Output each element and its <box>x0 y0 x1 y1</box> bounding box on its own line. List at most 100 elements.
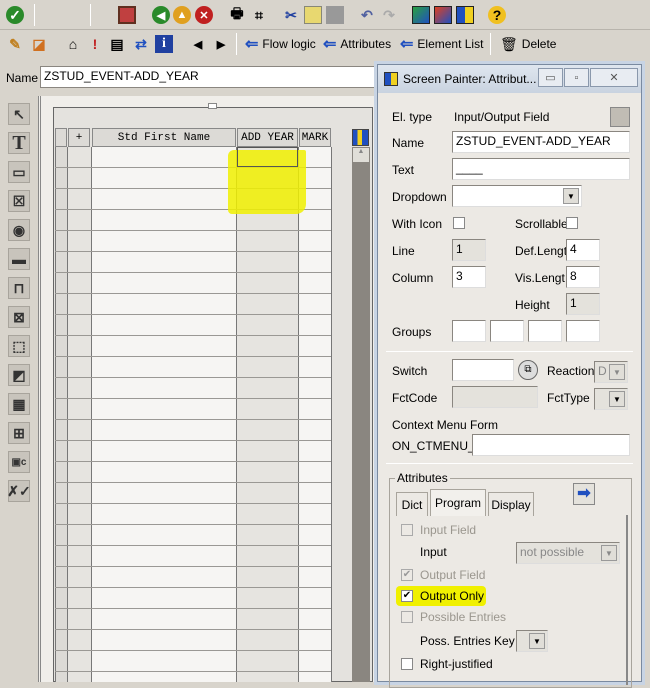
column-header-add-year[interactable]: ADD YEAR <box>237 128 298 147</box>
tab-display[interactable]: Display <box>488 492 534 516</box>
pencil-icon[interactable]: ✎ <box>6 35 24 53</box>
tab-dict[interactable]: Dict <box>396 492 428 516</box>
table-settings-icon[interactable] <box>352 129 369 146</box>
tabstrip-icon[interactable]: ⊓ <box>8 277 30 299</box>
grid-line <box>67 147 68 682</box>
grid-line <box>91 147 92 682</box>
vertical-scrollbar[interactable] <box>352 147 370 682</box>
undo-icon[interactable]: ↶ <box>358 6 376 24</box>
cancel-icon[interactable]: ✕ <box>195 6 213 24</box>
element-type-button[interactable] <box>610 107 630 127</box>
column-header-mark[interactable]: MARK <box>299 128 331 147</box>
previous-icon[interactable]: ◀ <box>189 35 207 53</box>
element-list-button[interactable]: ⇐ Element List <box>400 34 483 54</box>
context-menu-label: Context Menu Form <box>392 418 499 432</box>
scroll-up-icon[interactable]: ▲ <box>353 148 369 162</box>
output-field-checkbox[interactable]: ✔ <box>401 569 413 581</box>
column-header-std-first-name[interactable]: Std First Name <box>92 128 236 147</box>
text-field[interactable]: ____ <box>452 158 630 180</box>
pointer-icon[interactable]: ↖ <box>8 103 30 125</box>
table-control-wizard-icon[interactable]: ⊞ <box>8 422 30 444</box>
attributes-button[interactable]: ⇐ Attributes <box>323 34 391 54</box>
tabstrip-wizard-icon[interactable]: ⊠ <box>8 306 30 328</box>
next-icon[interactable]: ▶ <box>212 35 230 53</box>
arrow-left-icon: ⇐ <box>400 36 414 53</box>
possible-entries-checkbox[interactable] <box>401 611 413 623</box>
tab-program[interactable]: Program <box>430 489 486 516</box>
plus-header[interactable]: + <box>68 128 90 147</box>
help-icon[interactable]: ? <box>488 6 506 24</box>
table-column[interactable] <box>237 147 298 682</box>
attributes-icon[interactable] <box>456 6 474 24</box>
move-icon[interactable]: ⇄ <box>132 35 150 53</box>
layout-icon[interactable] <box>412 6 430 24</box>
redo-icon[interactable]: ↷ <box>380 6 398 24</box>
chevron-down-icon: ▼ <box>529 633 545 649</box>
save-icon[interactable] <box>118 6 136 24</box>
table-column[interactable] <box>299 147 331 682</box>
maximize-button[interactable]: ▫ <box>564 68 589 87</box>
status-icon[interactable]: ✗✓ <box>7 480 31 502</box>
output-only-checkbox[interactable]: ✔ <box>401 590 413 602</box>
copy-icon[interactable] <box>304 6 322 24</box>
separator <box>236 33 237 55</box>
layout-editor-icon[interactable]: ▤ <box>108 35 126 53</box>
layout2-icon[interactable] <box>434 6 452 24</box>
reaction-select[interactable]: D ▼ <box>594 361 628 383</box>
enter-icon[interactable]: ✓ <box>6 6 24 24</box>
chevron-down-icon: ▼ <box>601 545 617 561</box>
arrow-right-icon[interactable]: ➡ <box>573 483 595 505</box>
with-icon-checkbox[interactable] <box>453 217 465 229</box>
poss-entries-key-select[interactable]: ▼ <box>516 630 548 652</box>
hierarchy-icon[interactable]: ⌂ <box>64 35 82 53</box>
column-field[interactable]: 3 <box>452 266 486 288</box>
text-field-icon[interactable]: T <box>8 132 30 154</box>
switch-button[interactable]: ⧉ <box>518 360 538 380</box>
delete-button[interactable]: 🗑 Delete <box>500 34 556 54</box>
table-column[interactable] <box>92 147 236 682</box>
def-length-field[interactable]: 4 <box>566 239 600 261</box>
input-field-checkbox[interactable] <box>401 524 413 536</box>
context-menu-field[interactable] <box>472 434 630 456</box>
attributes-dialog: Screen Painter: Attribut... ▭ ▫ ✕ El. ty… <box>377 64 642 688</box>
right-justified-checkbox[interactable] <box>401 658 413 670</box>
flow-logic-button[interactable]: ⇐ Flow logic <box>245 34 316 54</box>
fcttype-select[interactable]: ▼ <box>594 388 628 410</box>
close-button[interactable]: ✕ <box>590 68 638 87</box>
group-4-field[interactable] <box>566 320 600 342</box>
subscreen-icon[interactable]: ◩ <box>8 364 30 386</box>
element-name-field[interactable]: ZSTUD_EVENT-ADD_YEAR <box>452 131 630 153</box>
checkbox-icon[interactable]: ☒ <box>8 190 30 212</box>
switch-field[interactable] <box>452 359 514 381</box>
input-select[interactable]: not possible ▼ <box>516 542 620 564</box>
exit-icon[interactable]: ▲ <box>173 6 191 24</box>
marker-icon[interactable]: ! <box>86 35 104 53</box>
table-column[interactable] <box>68 147 91 682</box>
dropdown-select[interactable]: ▼ <box>452 185 582 207</box>
paste-icon[interactable] <box>326 6 344 24</box>
name-field[interactable]: ZSTUD_EVENT-ADD_YEAR <box>40 66 380 88</box>
custom-control-icon[interactable]: ▣c <box>8 451 30 473</box>
group-2-field[interactable] <box>490 320 524 342</box>
find-icon[interactable]: ⌗ <box>250 6 268 24</box>
table-control-icon[interactable]: ▦ <box>8 393 30 415</box>
radio-button-icon[interactable]: ◉ <box>8 219 30 241</box>
table-column[interactable] <box>55 147 67 682</box>
add-year-field[interactable] <box>237 147 298 167</box>
input-field-icon[interactable]: ▭ <box>8 161 30 183</box>
box-icon[interactable]: ⬚ <box>8 335 30 357</box>
group-1-field[interactable] <box>452 320 486 342</box>
table-row-line <box>55 629 331 630</box>
cut-icon[interactable]: ✂ <box>282 6 300 24</box>
vis-length-field[interactable]: 8 <box>566 266 600 288</box>
pushbutton-icon[interactable]: ▬ <box>8 248 30 270</box>
back-icon[interactable]: ◀ <box>152 6 170 24</box>
minimize-button[interactable]: ▭ <box>538 68 563 87</box>
group-3-field[interactable] <box>528 320 562 342</box>
flow-logic-label: Flow logic <box>262 37 316 51</box>
resize-handle[interactable] <box>208 103 217 109</box>
display-change-icon[interactable]: ◪ <box>30 35 48 53</box>
info-icon[interactable]: i <box>155 35 173 53</box>
print-icon[interactable]: 🖶 <box>228 5 246 24</box>
scrollable-checkbox[interactable] <box>566 217 578 229</box>
